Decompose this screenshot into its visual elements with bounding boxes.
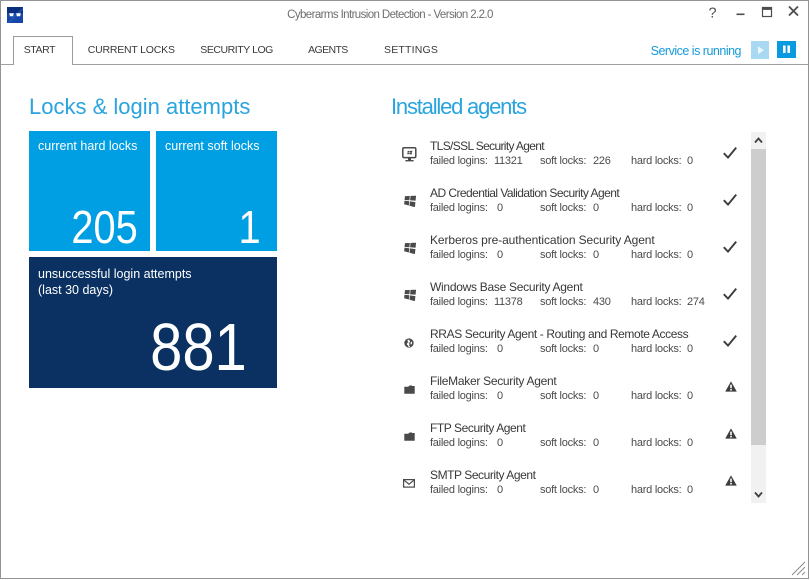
svg-text:?: ? <box>709 6 717 22</box>
